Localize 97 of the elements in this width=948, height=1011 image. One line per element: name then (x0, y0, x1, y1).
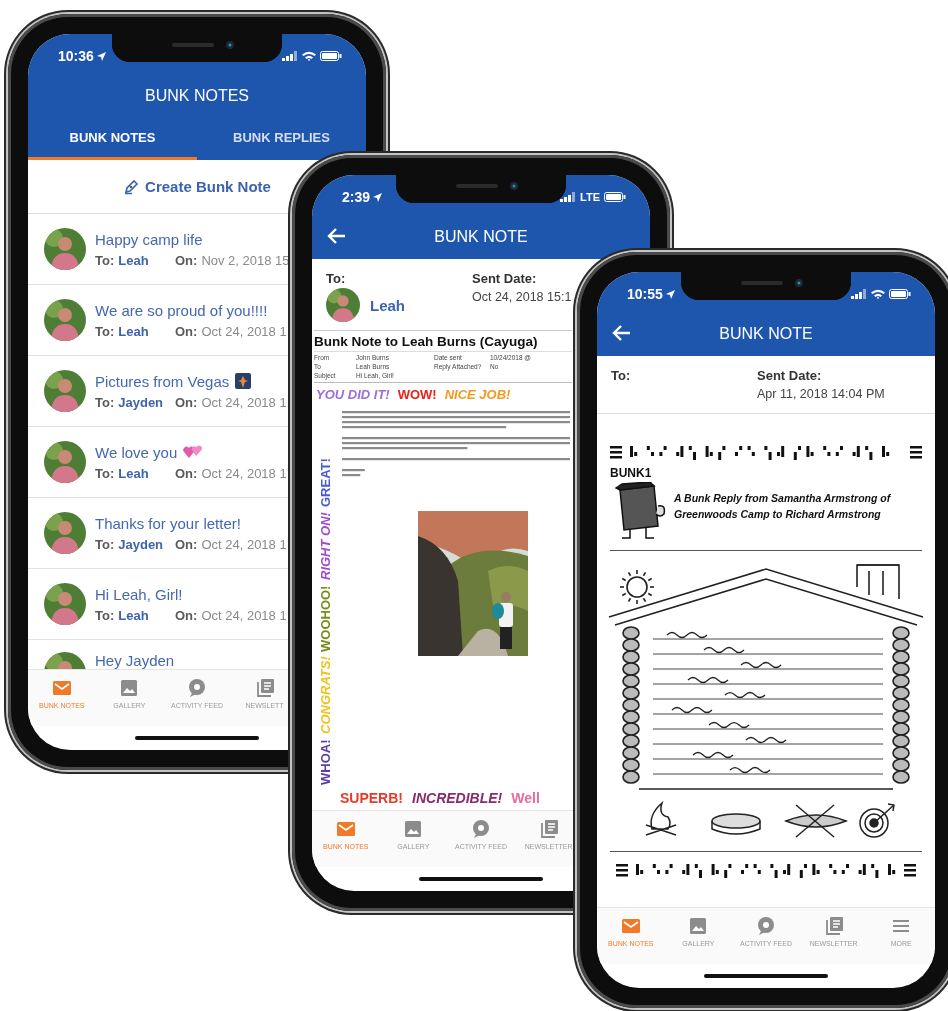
mail-icon (51, 678, 72, 698)
location-icon (96, 51, 106, 61)
back-arrow-icon[interactable] (611, 324, 631, 342)
date-label: On: (175, 465, 198, 481)
recipient-label: To: (95, 394, 115, 410)
recipient-label: To: (95, 323, 115, 339)
battery-icon (320, 51, 342, 61)
home-indicator[interactable] (135, 736, 259, 740)
note-subject[interactable]: Thanks for your letter! (95, 514, 241, 532)
avatar (44, 583, 86, 625)
date-label: On: (175, 394, 198, 410)
location-icon (373, 192, 383, 202)
border-word: NICE JOB! (444, 386, 511, 402)
avatar (44, 441, 86, 483)
image-icon (688, 916, 709, 936)
avatar (44, 370, 86, 412)
signal-icon (282, 51, 298, 61)
avatar (44, 228, 86, 270)
recipient-name: Leah (118, 323, 149, 339)
pages-icon (538, 819, 559, 839)
border-word: RIGHT ON! (317, 512, 333, 581)
hearts-icon (183, 444, 204, 460)
pages-icon (254, 678, 275, 698)
sent-date-label: Sent Date: (757, 368, 823, 383)
recipient-name: Leah (118, 607, 149, 623)
recipient-label: To: (611, 368, 632, 383)
home-indicator[interactable] (419, 877, 543, 881)
avatar (44, 299, 86, 341)
chat-bubble-icon (471, 819, 491, 839)
photo-icon (235, 373, 252, 389)
image-icon (119, 678, 140, 698)
note-subject[interactable]: We are so proud of you!!!! (95, 301, 268, 319)
location-icon (665, 289, 675, 299)
status-time: 10:36 (58, 48, 94, 64)
border-word: WOW! (397, 386, 437, 402)
note-subject[interactable]: Hey Jayden (95, 652, 175, 669)
scan-heading: A Bunk Reply from Samantha Armstrong of Greenwoods Camp to Richard Armstrong (674, 491, 892, 523)
recipient-label: To: (95, 465, 115, 481)
chat-bubble-icon (187, 678, 207, 698)
recipient-label: To: (326, 271, 347, 286)
border-word: YOU DID IT! (316, 386, 390, 402)
date-label: On: (175, 536, 198, 552)
recipient-label: To: (95, 607, 115, 623)
border-word: SUPERB! (340, 790, 403, 806)
recipient-label: To: (95, 252, 115, 268)
tab[interactable]: BUNK REPLIES (197, 118, 366, 160)
note-date: Oct 24, 2018 1 (201, 607, 287, 623)
screen-title: BUNK NOTES (145, 87, 249, 105)
avatar (326, 288, 360, 322)
image-icon (403, 819, 424, 839)
note-date: Oct 24, 2018 1 (201, 536, 287, 552)
sent-date: Apr 11, 2018 14:04 PM (757, 387, 886, 401)
tab[interactable]: BUNK NOTES (28, 118, 197, 160)
recipient-name: Leah (118, 252, 149, 268)
mail-icon (620, 916, 641, 936)
note-subject[interactable]: We love you (95, 443, 178, 461)
sent-date-label: Sent Date: (472, 271, 538, 286)
note-date: Oct 24, 2018 1 (201, 323, 287, 339)
note-subject[interactable]: Hi Leah, Girl! (95, 585, 183, 603)
recipient-name: Leah (370, 296, 405, 314)
recipient-name: Jayden (118, 394, 164, 410)
wifi-icon (302, 51, 316, 61)
screen-title: BUNK NOTE (434, 228, 528, 246)
date-label: On: (175, 607, 198, 623)
home-indicator[interactable] (704, 974, 828, 978)
recipient-label: To: (95, 536, 115, 552)
screen-title: BUNK NOTE (719, 325, 813, 343)
chat-bubble-icon (756, 916, 776, 936)
note-subject[interactable]: Pictures from Vegas (95, 372, 230, 390)
avatar (44, 512, 86, 554)
border-word: CONGRATS! (317, 656, 333, 735)
recipient-name: Jayden (118, 536, 164, 552)
signal-icon (560, 192, 577, 202)
note-date: Oct 24, 2018 1 (201, 394, 287, 410)
signal-icon (851, 289, 867, 299)
mail-icon (335, 819, 356, 839)
battery-icon (889, 289, 911, 299)
scan-logo: BUNK1 (610, 466, 652, 480)
border-word: INCREDIBLE! (412, 790, 503, 806)
note-subject[interactable]: Happy camp life (95, 230, 203, 248)
pen-icon (123, 178, 140, 195)
border-word: WOOHOO! (317, 585, 333, 652)
note-date: Oct 24, 2018 1 (201, 465, 287, 481)
battery-icon (604, 192, 626, 202)
border-word: Well (511, 790, 540, 806)
pages-icon (823, 916, 844, 936)
date-label: On: (175, 252, 198, 268)
carrier-label: LTE (580, 191, 600, 203)
note-title: Bunk Note to Leah Burns (Cayuga) (314, 333, 539, 351)
wifi-icon (871, 289, 885, 299)
border-word: GREAT! (317, 458, 333, 508)
status-time: 10:55 (627, 286, 663, 302)
date-label: On: (175, 323, 198, 339)
border-word: WHOA! (317, 739, 333, 785)
back-arrow-icon[interactable] (326, 227, 346, 245)
recipient-name: Leah (118, 465, 149, 481)
status-time: 2:39 (342, 189, 371, 205)
